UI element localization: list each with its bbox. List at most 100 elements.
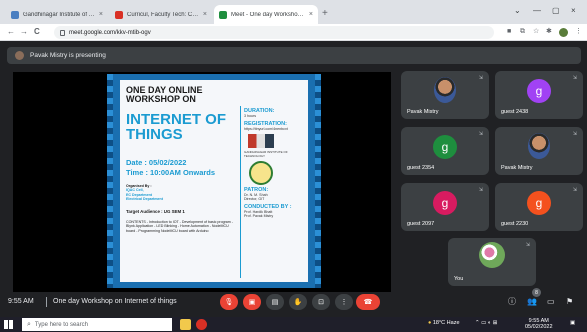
address-bar[interactable]: meet.google.com/kkv-mtib-ogv <box>54 26 494 39</box>
poster-heading: ONE DAY ONLINE WORKSHOP ON <box>126 85 203 104</box>
tab-title: Curricul, Faculty Tech: Class XI <box>127 11 199 18</box>
pin-icon[interactable]: ⇲ <box>479 75 483 81</box>
minimize-button[interactable]: — <box>533 6 541 15</box>
close-icon[interactable]: × <box>309 11 313 18</box>
weather-widget[interactable]: ● 18°C Haze <box>428 320 460 326</box>
info-icon[interactable]: ⓘ <box>508 297 516 306</box>
profile-icon[interactable] <box>559 28 568 37</box>
pin-icon[interactable]: ⇲ <box>573 131 577 137</box>
presentation-stage: ONE DAY ONLINE WORKSHOP ON INTERNET OF T… <box>13 72 391 292</box>
tab-curriculum[interactable]: Curricul, Faculty Tech: Class XI × <box>110 5 212 24</box>
taskbar-search[interactable]: ⌕ Type here to search <box>22 318 172 331</box>
camera-icon[interactable]: ■ <box>507 27 511 37</box>
globe-icon <box>11 10 19 19</box>
people-icon[interactable]: 👥 <box>527 297 537 306</box>
close-window-button[interactable]: × <box>571 6 576 15</box>
avatar <box>479 242 505 268</box>
camera-off-button[interactable]: ▣ <box>243 294 261 310</box>
participant-name: Pavak Mistry <box>407 109 439 115</box>
participant-tile[interactable]: ⇲ g guest 2097 <box>401 183 489 231</box>
participant-name: guest 2097 <box>407 221 435 227</box>
weather-text: 18°C Haze <box>432 320 460 326</box>
workshop-poster: ONE DAY ONLINE WORKSHOP ON INTERNET OF T… <box>107 74 321 288</box>
more-vert-icon: ⋮ <box>340 299 348 306</box>
star-icon[interactable]: ☆ <box>533 27 539 37</box>
mic-off-icon: 🎙 <box>224 299 234 306</box>
poster-time: Time : 10:00AM Onwards <box>126 168 216 177</box>
os-taskbar: ⌕ Type here to search ● 18°C Haze ⌃ ▭ ◐ … <box>0 317 587 332</box>
raise-hand-button[interactable]: ✋ <box>289 294 307 310</box>
tab-title: Gandhinagar Institute of Technol <box>23 11 95 18</box>
avatar <box>528 133 550 159</box>
meet-icon <box>219 10 227 19</box>
tray-icons[interactable]: ⌃ ▭ ◐ ⊞ <box>475 320 497 326</box>
url-text: meet.google.com/kkv-mtib-ogv <box>69 29 151 36</box>
windows-start-icon[interactable] <box>4 320 13 329</box>
avatar <box>15 51 24 60</box>
extensions-icon[interactable]: ✱ <box>546 27 552 37</box>
tab-search-icon[interactable]: ⌄ <box>514 6 521 15</box>
poster-contents: CONTENTS - Introduction to IOT - Develop… <box>126 220 233 233</box>
institute-logo <box>248 134 274 148</box>
chrome-icon[interactable] <box>196 319 207 330</box>
meeting-title: One day Workshop on Internet of things <box>53 298 177 305</box>
participant-name: guest 2438 <box>501 109 529 115</box>
poster-topic: INTERNET OF THINGS <box>126 111 226 143</box>
camera-off-icon: ▣ <box>248 299 256 306</box>
duration-value: 3 hours <box>244 114 256 118</box>
registration-link: https://tinyurl.com/4nenbcxt <box>244 127 288 131</box>
pin-icon[interactable]: ⇲ <box>573 75 577 81</box>
share-icon[interactable]: ⧉ <box>520 27 525 37</box>
conducted-value: Prof. Hardik Bhatt Prof. Pavak Mistry <box>244 210 274 218</box>
activities-icon[interactable]: ⚑ <box>566 297 573 306</box>
notifications-icon[interactable]: ▣ <box>570 320 575 326</box>
participant-tile[interactable]: ⇲ g guest 2354 <box>401 127 489 175</box>
participant-count-badge: 8 <box>532 288 541 297</box>
avatar: g <box>433 191 457 215</box>
chat-icon[interactable]: ▭ <box>547 297 555 306</box>
reload-button[interactable]: C <box>34 27 40 37</box>
institute-name: GANDHINAGAR INSTITUTE OF TECHNOLOGY <box>244 150 288 158</box>
participant-tile[interactable]: ⇲ g guest 2230 <box>495 183 583 231</box>
new-tab-button[interactable]: + <box>322 9 328 19</box>
file-explorer-icon[interactable] <box>180 319 191 330</box>
maximize-button[interactable]: ▢ <box>552 6 560 15</box>
tab-gandhinagar[interactable]: Gandhinagar Institute of Technol × <box>6 5 108 24</box>
captions-icon: ▤ <box>271 299 279 306</box>
hand-icon: ✋ <box>293 299 303 306</box>
participant-tile[interactable]: ⇲ g guest 2438 <box>495 71 583 119</box>
browser-toolbar: ← → C meet.google.com/kkv-mtib-ogv ■ ⧉ ☆… <box>0 24 587 41</box>
forward-button[interactable]: → <box>20 27 28 37</box>
decorative-stripe <box>315 74 321 288</box>
poster-date: Date : 05/02/2022 <box>126 158 187 167</box>
participant-tile[interactable]: ⇲ Pavak Mistry <box>495 127 583 175</box>
close-icon[interactable]: × <box>203 11 207 18</box>
taskbar-clock[interactable]: 9:55 AM 05/02/2022 <box>525 318 553 330</box>
institute-seal <box>249 161 273 185</box>
avatar: g <box>433 135 457 159</box>
close-icon[interactable]: × <box>99 11 103 18</box>
decorative-stripe <box>107 74 113 288</box>
tab-strip: Gandhinagar Institute of Technol × Curri… <box>0 0 587 24</box>
pin-icon[interactable]: ⇲ <box>479 187 483 193</box>
more-options-button[interactable]: ⋮ <box>335 294 353 310</box>
mic-off-button[interactable]: 🎙 <box>220 294 238 310</box>
back-button[interactable]: ← <box>7 27 15 37</box>
phone-hangup-icon: ☎ <box>363 299 373 306</box>
menu-icon[interactable]: ⋮ <box>575 27 582 37</box>
search-icon: ⌕ <box>27 320 31 328</box>
captions-button[interactable]: ▤ <box>266 294 284 310</box>
divider <box>46 297 47 307</box>
pin-icon[interactable]: ⇲ <box>526 242 530 248</box>
self-tile[interactable]: ⇲ You <box>448 238 536 286</box>
tab-meet[interactable]: Meet - One day Workshop o × <box>214 5 318 24</box>
participant-tile[interactable]: ⇲ Pavak Mistry <box>401 71 489 119</box>
pin-icon[interactable]: ⇲ <box>573 187 577 193</box>
target-audience: Target Audience : UG SEM 1 <box>126 209 185 214</box>
leave-call-button[interactable]: ☎ <box>356 294 380 310</box>
pin-icon[interactable]: ⇲ <box>479 131 483 137</box>
patron-value: Dr. N. M. Shah Director, GIT <box>244 193 268 201</box>
present-button[interactable]: ⊡ <box>312 294 330 310</box>
poster-sidebar: DURATION: 3 hours REGISTRATION: https://… <box>244 108 304 221</box>
search-placeholder: Type here to search <box>34 321 88 328</box>
